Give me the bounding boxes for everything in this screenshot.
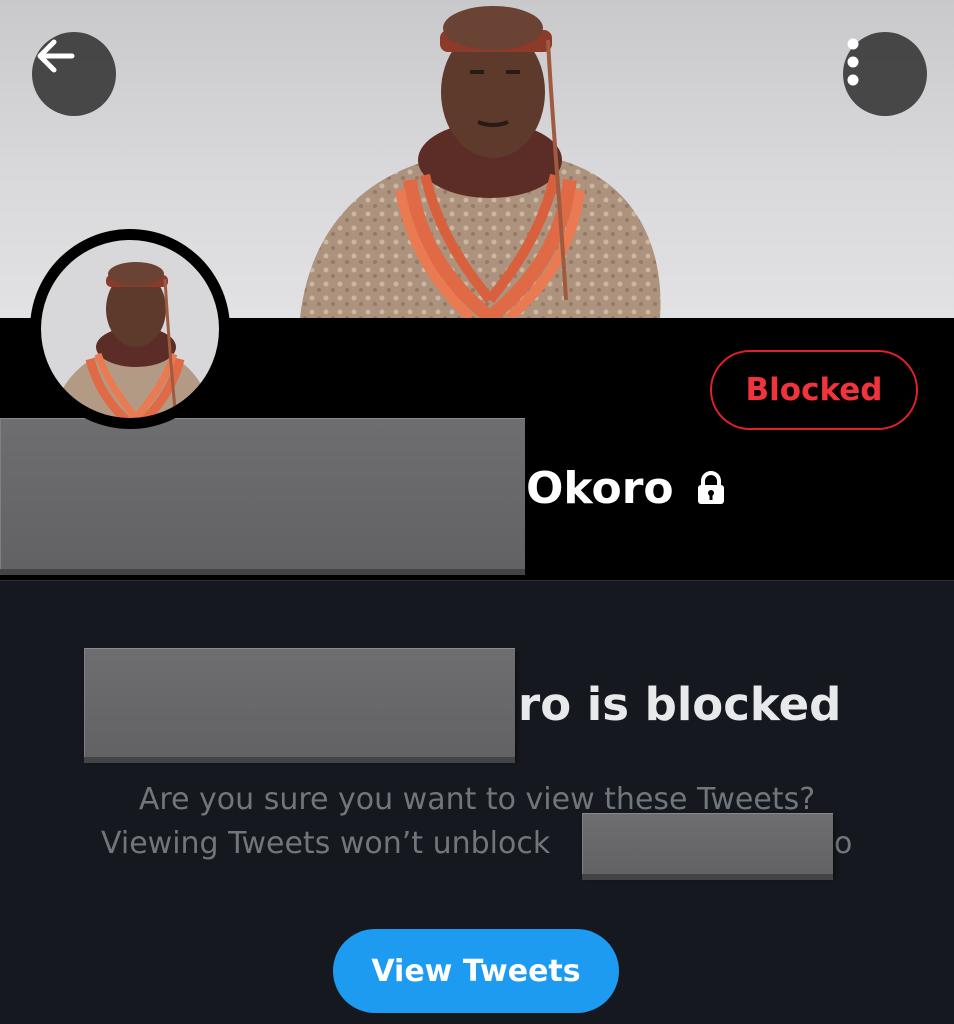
redaction-box [84, 648, 515, 757]
profile-name-text: Okoro [526, 462, 674, 514]
redaction-box [0, 418, 525, 569]
avatar[interactable] [30, 229, 230, 429]
blocked-button-label: Blocked [745, 372, 883, 408]
blocked-notice-info-tail: o [834, 826, 853, 861]
profile-name: Okoro [526, 458, 726, 518]
lock-icon [696, 471, 726, 505]
blocked-button[interactable]: Blocked [710, 350, 918, 430]
blocked-notice-question: Are you sure you want to view these Twee… [138, 782, 816, 817]
redaction-box [582, 813, 833, 874]
blocked-notice-title: ro is blocked [518, 677, 842, 731]
more-options-button[interactable] [843, 32, 927, 116]
view-tweets-button[interactable]: View Tweets [333, 929, 619, 1013]
view-tweets-label: View Tweets [371, 953, 581, 989]
blocked-notice-info: Viewing Tweets won’t unblock [101, 826, 551, 861]
back-button[interactable] [32, 32, 116, 116]
